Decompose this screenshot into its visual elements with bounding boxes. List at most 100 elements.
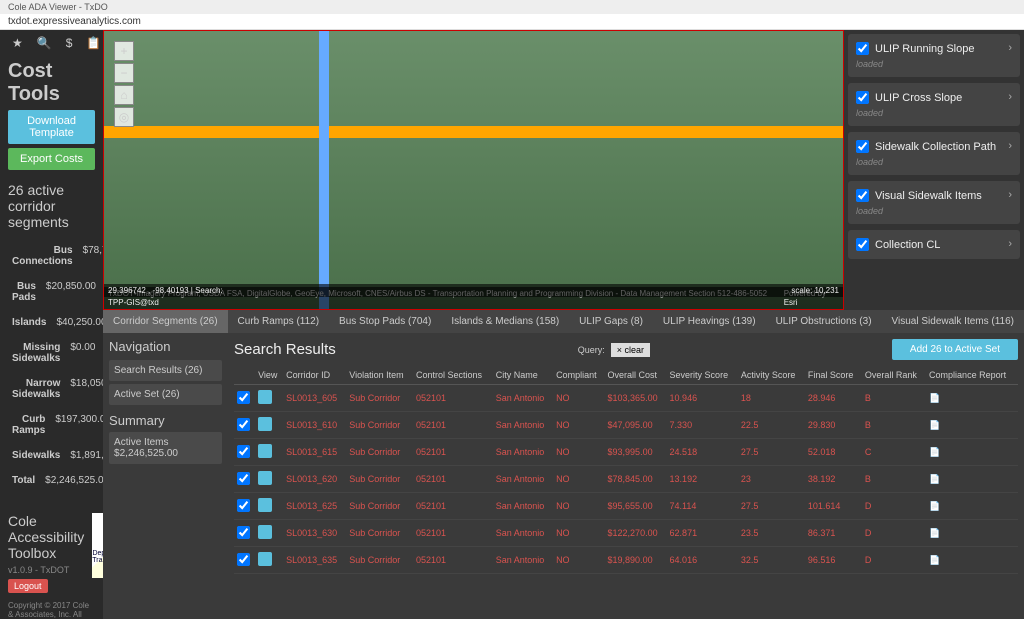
compliant: NO	[553, 520, 604, 547]
report-icon[interactable]: 📄	[929, 420, 940, 430]
control-sections: 052101	[413, 493, 493, 520]
column-header[interactable]: Severity Score	[667, 366, 738, 385]
cost-value: $2,246,525.00	[35, 475, 103, 486]
column-header[interactable]: Overall Rank	[862, 366, 926, 385]
report-icon[interactable]: 📄	[929, 447, 940, 457]
violation-item: Sub Corridor	[346, 385, 413, 412]
home-button[interactable]: ⌂	[114, 85, 134, 105]
clear-button[interactable]: × clear	[611, 343, 650, 357]
column-header[interactable]	[234, 366, 255, 385]
browser-url-bar[interactable]: txdot.expressiveanalytics.com	[0, 14, 1024, 30]
zoom-in-button[interactable]: +	[114, 41, 134, 61]
column-header[interactable]: Violation Item	[346, 366, 413, 385]
view-icon[interactable]	[258, 390, 272, 404]
row-checkbox[interactable]	[237, 445, 250, 458]
nav-item[interactable]: Search Results (26)	[109, 360, 222, 381]
tab[interactable]: ULIP Gaps (8)	[569, 310, 653, 333]
tab[interactable]: ULIP Heavings (139)	[653, 310, 766, 333]
row-checkbox[interactable]	[237, 553, 250, 566]
severity-score: 13.192	[667, 466, 738, 493]
row-checkbox[interactable]	[237, 499, 250, 512]
locate-button[interactable]: ◎	[114, 107, 134, 127]
column-header[interactable]: Corridor ID	[283, 366, 346, 385]
table-row: SL0013_610 Sub Corridor 052101 San Anton…	[234, 412, 1018, 439]
map[interactable]: + − ⌂ ◎ TxDOT•Imagery Program, USDA FSA,…	[103, 30, 844, 310]
layer-item[interactable]: Sidewalk Collection Path›loaded	[848, 132, 1020, 175]
layer-item[interactable]: ULIP Running Slope›loaded	[848, 34, 1020, 77]
column-header[interactable]: Overall Cost	[605, 366, 667, 385]
corridor-id[interactable]: SL0013_620	[283, 466, 346, 493]
download-template-button[interactable]: Download Template	[8, 110, 95, 144]
layer-checkbox[interactable]	[856, 238, 869, 251]
segments-title: 26 active corridor segments	[8, 182, 95, 230]
layer-checkbox[interactable]	[856, 91, 869, 104]
cost-row: Narrow Sidewalks$18,050.00	[8, 371, 95, 407]
activity-score: 23	[738, 466, 805, 493]
violation-item: Sub Corridor	[346, 439, 413, 466]
column-header[interactable]: Compliant	[553, 366, 604, 385]
violation-item: Sub Corridor	[346, 493, 413, 520]
tab[interactable]: Bus Stop Pads (704)	[329, 310, 441, 333]
search-icon[interactable]: 🔍	[37, 36, 52, 50]
logout-button[interactable]: Logout	[8, 579, 48, 593]
tab[interactable]: Curb Ramps (112)	[228, 310, 330, 333]
view-icon[interactable]	[258, 471, 272, 485]
column-header[interactable]: Control Sections	[413, 366, 493, 385]
view-icon[interactable]	[258, 498, 272, 512]
layer-item[interactable]: ULIP Cross Slope›loaded	[848, 83, 1020, 126]
report-icon[interactable]: 📄	[929, 474, 940, 484]
column-header[interactable]: City Name	[493, 366, 553, 385]
layer-checkbox[interactable]	[856, 42, 869, 55]
row-checkbox[interactable]	[237, 418, 250, 431]
dollar-icon[interactable]: $	[66, 36, 73, 50]
column-header[interactable]: Compliance Report	[926, 366, 1018, 385]
sidebar: ★ 🔍 $ 📋 ☑ Cost Tools Download Template E…	[0, 30, 103, 619]
table-row: SL0013_615 Sub Corridor 052101 San Anton…	[234, 439, 1018, 466]
clipboard-icon[interactable]: 📋	[86, 36, 101, 50]
column-header[interactable]: Activity Score	[738, 366, 805, 385]
column-header[interactable]: Final Score	[805, 366, 862, 385]
corridor-id[interactable]: SL0013_635	[283, 547, 346, 574]
view-icon[interactable]	[258, 444, 272, 458]
corridor-id[interactable]: SL0013_615	[283, 439, 346, 466]
browser-tab-title[interactable]: Cole ADA Viewer - TxDO	[8, 2, 108, 12]
view-icon[interactable]	[258, 417, 272, 431]
layer-item[interactable]: Collection CL›	[848, 230, 1020, 259]
tab[interactable]: Visual Sidewalk Items (116)	[882, 310, 1024, 333]
layer-checkbox[interactable]	[856, 140, 869, 153]
row-checkbox[interactable]	[237, 472, 250, 485]
add-to-active-button[interactable]: Add 26 to Active Set	[892, 339, 1018, 360]
layer-label: ULIP Running Slope	[875, 43, 974, 55]
corridor-id[interactable]: SL0013_610	[283, 412, 346, 439]
nav-item[interactable]: Active Set (26)	[109, 384, 222, 405]
view-icon[interactable]	[258, 525, 272, 539]
cost-value: $1,891,325.00	[60, 450, 103, 461]
cost-label: Missing Sidewalks	[12, 342, 60, 364]
tab[interactable]: Islands & Medians (158)	[441, 310, 569, 333]
row-checkbox[interactable]	[237, 391, 250, 404]
tab[interactable]: Corridor Segments (26)	[103, 310, 227, 333]
zoom-out-button[interactable]: −	[114, 63, 134, 83]
map-coords: 29.396742 , -98.40193 | Search:	[108, 286, 223, 295]
report-icon[interactable]: 📄	[929, 555, 940, 565]
export-costs-button[interactable]: Export Costs	[8, 148, 95, 170]
view-icon[interactable]	[258, 552, 272, 566]
corridor-id[interactable]: SL0013_625	[283, 493, 346, 520]
row-checkbox[interactable]	[237, 526, 250, 539]
corridor-id[interactable]: SL0013_605	[283, 385, 346, 412]
report-icon[interactable]: 📄	[929, 393, 940, 403]
control-sections: 052101	[413, 439, 493, 466]
chevron-right-icon: ›	[1008, 140, 1012, 152]
severity-score: 64.016	[667, 547, 738, 574]
star-icon[interactable]: ★	[12, 36, 23, 50]
report-icon[interactable]: 📄	[929, 501, 940, 511]
query-label: Query:	[578, 345, 605, 355]
toolbox-version: v1.0.9 - TxDOT	[8, 565, 84, 575]
cost-value: $197,300.00	[45, 414, 103, 436]
corridor-id[interactable]: SL0013_630	[283, 520, 346, 547]
column-header[interactable]: View	[255, 366, 283, 385]
tab[interactable]: ULIP Obstructions (3)	[766, 310, 882, 333]
report-icon[interactable]: 📄	[929, 528, 940, 538]
layer-item[interactable]: Visual Sidewalk Items›loaded	[848, 181, 1020, 224]
layer-checkbox[interactable]	[856, 189, 869, 202]
